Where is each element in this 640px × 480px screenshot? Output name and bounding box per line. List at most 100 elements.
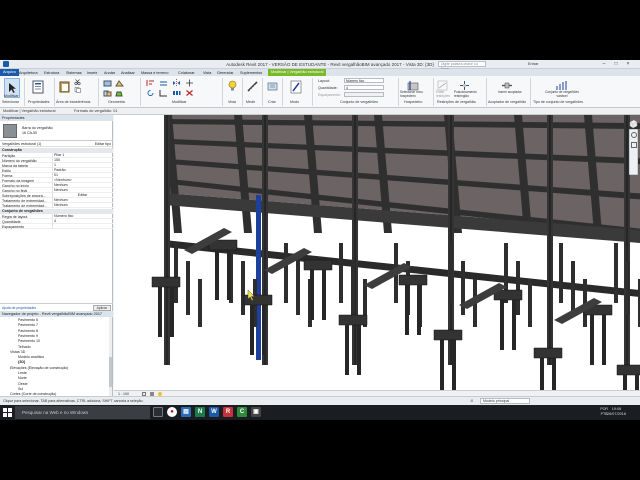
browser-item[interactable]: Pavimento 10 (18, 339, 40, 344)
paste-button[interactable] (58, 79, 70, 93)
browser-item[interactable]: Oeste (18, 382, 28, 387)
app-icon[interactable]: ▣ (251, 407, 261, 417)
task-view-icon[interactable] (153, 407, 163, 417)
panel-host[interactable]: Hospedeiro (404, 100, 422, 104)
measure-button[interactable] (246, 79, 258, 93)
trim-button[interactable] (158, 89, 168, 97)
type-sub: 16 CA-50 (22, 131, 38, 135)
ribbon: Modificar Selecionar Propriedades Área d… (0, 76, 640, 108)
steering-wheel-icon[interactable] (631, 132, 637, 138)
spacing-field[interactable] (344, 92, 384, 97)
camtasia-icon[interactable]: C (237, 407, 247, 417)
panel-properties[interactable]: Propriedades (28, 100, 49, 104)
browser-item[interactable]: Modelo analítico (18, 355, 44, 360)
close-icon[interactable]: × (624, 61, 632, 67)
insert-coupler-label: Inserir acoplador (498, 90, 522, 94)
word-icon[interactable]: W (209, 407, 219, 417)
browser-item[interactable]: Telhado (18, 345, 31, 350)
panel-modify[interactable]: Modificar (172, 100, 187, 104)
browser-item[interactable]: {3D} (18, 360, 25, 365)
delete-button[interactable] (184, 89, 194, 97)
join-button[interactable] (102, 89, 112, 97)
structural-3d-view[interactable] (114, 115, 640, 390)
tab-file[interactable]: Arquivo (0, 69, 19, 76)
browser-scroll-thumb[interactable] (109, 357, 112, 387)
panel-create[interactable]: Criar (268, 100, 276, 104)
browser-item[interactable]: Vistas 3D (10, 350, 25, 355)
reposition-label: Posicionamento restringido (454, 90, 477, 98)
edit-sketch-button[interactable] (289, 79, 303, 95)
revit-taskbar-icon[interactable]: R (223, 407, 233, 417)
paint-button[interactable] (114, 89, 124, 97)
sign-in-link[interactable]: Entrar (528, 62, 538, 66)
edit-type-button[interactable]: Editar tipo (95, 141, 111, 147)
browser-item[interactable]: Elevações (Elevação de construção) (10, 366, 68, 371)
taskbar-search-input[interactable]: Pesquisar na Web e no Windows (15, 406, 150, 419)
panel-clipboard[interactable]: Área de transferência (56, 100, 90, 104)
excel-icon[interactable]: N (195, 407, 205, 417)
rebar-shape-select[interactable]: Formato do vergalhão: 01 (74, 109, 117, 113)
create-group-button[interactable] (266, 79, 278, 93)
property-key: Tratamento de extremidad… (2, 203, 48, 208)
browser-item[interactable]: Leste (18, 371, 27, 376)
taskbar-clock[interactable]: 19:06 26/07/2016 (607, 407, 626, 417)
panel-mode[interactable]: Modo (290, 100, 299, 104)
quantity-label: Quantidade: (318, 86, 338, 90)
move-button[interactable] (184, 79, 194, 87)
pile-cap (533, 347, 563, 359)
property-value[interactable]: Nenhum (52, 203, 111, 208)
properties-button[interactable] (30, 79, 46, 95)
cope-button[interactable] (102, 79, 112, 87)
properties-palette: Propriedades Barra do vergalhão 16 CA-50… (0, 115, 113, 311)
rebar-set-row[interactable]: Espaçamento (0, 224, 113, 229)
rotate-button[interactable] (145, 89, 155, 97)
browser-header: Navegador de projeto - Revit vergalhãoBI… (0, 311, 113, 317)
workset-select[interactable]: Modelo principal (480, 398, 530, 404)
browser-item[interactable]: Pavimento 8 (18, 329, 38, 334)
panel-coupler[interactable]: Acoplador de vergalhão (488, 100, 526, 104)
panel-rebar-set[interactable]: Conjunto de vergalhões (340, 100, 378, 104)
panel-select[interactable]: Selecionar (2, 100, 19, 104)
revit-app-icon[interactable] (3, 61, 9, 67)
help-search-input[interactable]: Digite palavra-chave ou frase (438, 61, 486, 71)
pile (322, 270, 326, 320)
align-button[interactable] (145, 79, 155, 87)
property-value[interactable] (52, 224, 111, 229)
offset-button[interactable] (158, 79, 168, 87)
cut-geometry-button[interactable] (114, 79, 124, 87)
property-row[interactable]: Tratamento de extremidad… Nenhum (0, 203, 113, 208)
viewcube-icon[interactable] (628, 116, 638, 129)
ruler-icon (246, 81, 258, 92)
hide-in-view-button[interactable] (226, 79, 238, 93)
panel-geometry[interactable]: Geometria (108, 100, 125, 104)
copy-button[interactable] (73, 87, 81, 93)
3d-viewport[interactable] (114, 115, 640, 390)
panel-set-type[interactable]: Tipo de conjunto de vergalhões (533, 100, 583, 104)
type-selector[interactable]: Barra do vergalhão 16 CA-50 (0, 121, 113, 141)
properties-help-link[interactable]: Ajuda de propriedades (2, 306, 36, 310)
explorer-icon[interactable]: ▤ (181, 407, 191, 417)
tab-modify-rebar[interactable]: Modificar | Vergalhão estrutural (268, 69, 327, 76)
cursor-arrow-icon (9, 83, 16, 93)
zoom-icon[interactable] (631, 142, 637, 148)
window-title: Autodesk Revit 2017 - VERSÃO DE ESTUDANT… (226, 61, 434, 67)
layout-select[interactable]: Número fixo (344, 78, 384, 83)
quantity-field[interactable]: 4 (344, 85, 384, 90)
browser-item[interactable]: Pavimento 9 (18, 334, 38, 339)
mirror-button[interactable] (171, 79, 181, 87)
instance-filter[interactable]: Vergalhões estrutural (1) Editar tipo (0, 141, 113, 147)
pile-cap (398, 274, 428, 286)
array-button[interactable] (171, 89, 181, 97)
panel-view[interactable]: Vista (228, 100, 236, 104)
browser-item[interactable]: Sul (18, 387, 23, 392)
chrome-icon[interactable]: ● (167, 407, 177, 417)
browser-item[interactable]: Pavimento 6 (18, 318, 38, 323)
panel-constraints[interactable]: Restrições de vergalhão (437, 100, 476, 104)
panel-measure[interactable]: Medir (246, 100, 255, 104)
cut-button[interactable] (73, 79, 81, 85)
browser-item[interactable]: Norte (18, 376, 27, 381)
browser-item[interactable]: Pavimento 7 (18, 323, 38, 328)
maximize-icon[interactable]: □ (612, 61, 620, 67)
windows-start-icon[interactable] (3, 408, 12, 417)
minimize-icon[interactable]: – (600, 61, 608, 67)
